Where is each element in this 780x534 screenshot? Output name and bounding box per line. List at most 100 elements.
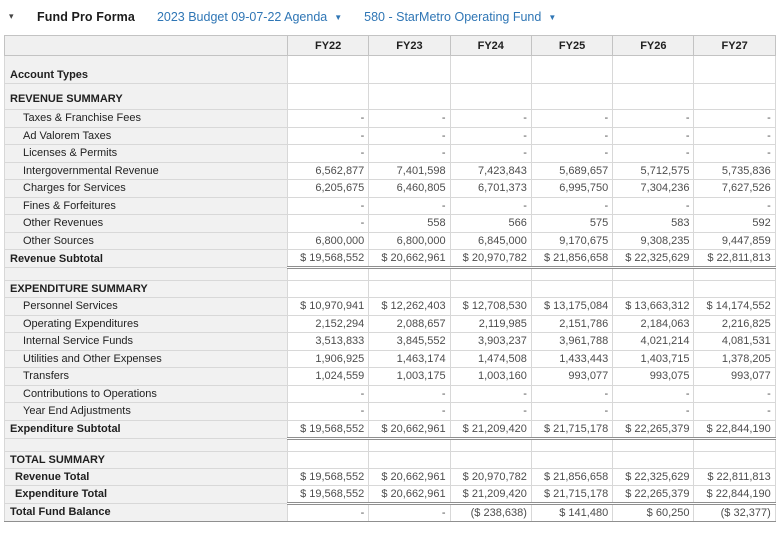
- value-cell: -: [449, 109, 532, 128]
- row-label-cell: EXPENDITURE SUMMARY: [4, 280, 288, 298]
- value-cell: -: [612, 109, 695, 128]
- column-header: FY23: [368, 35, 451, 56]
- table-row: Taxes & Franchise Fees - - - - - -: [4, 109, 776, 128]
- column-header: FY26: [612, 35, 695, 56]
- fund-pro-forma-table: FY22 FY23 FY24 FY25 FY26 FY27 Account Types RE…: [4, 35, 776, 522]
- value-cell: 2,216,825: [693, 314, 776, 333]
- value-cell: 2,152,294: [286, 314, 370, 333]
- value-cell: -: [693, 144, 776, 163]
- value-cell: [449, 83, 532, 110]
- value-cell: $ 20,662,961: [368, 419, 451, 440]
- value-cell: -: [368, 109, 451, 128]
- value-cell: $ 22,844,190: [693, 419, 776, 440]
- value-cell: 9,447,859: [693, 231, 776, 250]
- value-cell: -: [286, 126, 370, 145]
- value-cell: -: [449, 126, 532, 145]
- table-row: Charges for Services 6,205,675 6,460,805 6,…: [4, 179, 776, 198]
- corner-cell: [4, 35, 288, 56]
- row-label-cell: Transfers: [4, 367, 288, 386]
- value-cell: -: [368, 144, 451, 163]
- value-cell: 5,712,575: [612, 161, 695, 180]
- value-cell: 993,077: [693, 367, 776, 386]
- row-label-cell: Expenditure Subtotal: [4, 419, 288, 439]
- value-cell: $ 13,175,084: [530, 297, 614, 316]
- value-cell: $ 12,262,403: [368, 297, 451, 316]
- value-cell: [449, 437, 532, 452]
- value-cell: -: [368, 196, 451, 215]
- row-label-cell: Licenses & Permits: [4, 144, 288, 163]
- value-cell: [368, 437, 451, 452]
- value-cell: -: [693, 109, 776, 128]
- value-cell: 592: [693, 214, 776, 233]
- value-cell: 6,800,000: [286, 231, 370, 250]
- report-title: Fund Pro Forma: [37, 9, 135, 24]
- value-cell: -: [286, 402, 370, 421]
- collapse-caret-icon[interactable]: ▾: [9, 11, 27, 22]
- value-cell: 1,024,559: [286, 367, 370, 386]
- row-label-cell: Internal Service Funds: [4, 332, 288, 351]
- fund-dropdown[interactable]: 580 - StarMetro Operating Fund ▼: [364, 10, 556, 24]
- value-cell: [693, 280, 776, 298]
- budget-version-label: 2023 Budget 09-07-22 Agenda: [156, 9, 328, 24]
- value-cell: 1,378,205: [693, 349, 776, 368]
- value-cell: $ 19,568,552: [286, 467, 370, 486]
- value-cell: $ 21,715,178: [530, 485, 614, 505]
- value-cell: $ 21,209,420: [449, 485, 532, 505]
- value-cell: $ 21,209,420: [449, 419, 532, 440]
- table-row: Year End Adjustments - - - - - -: [4, 402, 776, 421]
- column-header: FY24: [449, 35, 532, 56]
- table-row: Account Types: [4, 55, 776, 84]
- value-cell: 7,627,526: [693, 179, 776, 198]
- value-cell: $ 20,662,961: [368, 467, 451, 486]
- value-cell: -: [530, 196, 614, 215]
- value-cell: [368, 83, 451, 110]
- table-row: EXPENDITURE SUMMARY: [4, 280, 776, 298]
- table-row: Transfers 1,024,559 1,003,175 1,003,160 993,…: [4, 367, 776, 386]
- value-cell: [286, 83, 370, 110]
- table-row: Revenue Total $ 19,568,552 $ 20,662,961 $ 2…: [4, 467, 776, 486]
- value-cell: 6,205,675: [286, 179, 370, 198]
- value-cell: $ 22,325,629: [612, 249, 695, 269]
- value-cell: -: [449, 384, 532, 403]
- chevron-down-icon: ▼: [334, 12, 343, 22]
- value-cell: $ 22,811,813: [693, 467, 776, 486]
- value-cell: 993,075: [612, 367, 695, 386]
- value-cell: [530, 267, 614, 281]
- value-cell: [693, 83, 776, 110]
- table-row: Other Sources 6,800,000 6,800,000 6,845,000…: [4, 231, 776, 250]
- value-cell: -: [286, 144, 370, 163]
- value-cell: 6,562,877: [286, 161, 370, 180]
- value-cell: -: [286, 196, 370, 215]
- value-cell: 1,003,175: [368, 367, 451, 386]
- table-row: Personnel Services $ 10,970,941 $ 12,262,4…: [4, 297, 776, 316]
- value-cell: -: [368, 126, 451, 145]
- table-row: [4, 437, 776, 452]
- value-cell: 1,003,160: [449, 367, 532, 386]
- row-label-cell: Contributions to Operations: [4, 384, 288, 403]
- budget-version-dropdown[interactable]: 2023 Budget 09-07-22 Agenda ▼: [157, 10, 342, 24]
- value-cell: 2,184,063: [612, 314, 695, 333]
- value-cell: [612, 55, 695, 84]
- value-cell: [693, 267, 776, 281]
- value-cell: 9,170,675: [530, 231, 614, 250]
- value-cell: $ 14,174,552: [693, 297, 776, 316]
- value-cell: $ 20,970,782: [449, 249, 532, 269]
- value-cell: -: [693, 126, 776, 145]
- value-cell: 3,513,833: [286, 332, 370, 351]
- value-cell: 3,961,788: [530, 332, 614, 351]
- table-row: Intergovernmental Revenue 6,562,877 7,401,…: [4, 161, 776, 180]
- table-row: Licenses & Permits - - - - - -: [4, 144, 776, 163]
- chevron-down-icon: ▼: [548, 12, 557, 22]
- value-cell: $ 141,480: [530, 502, 614, 522]
- table-row: Utilities and Other Expenses 1,906,925 1,4…: [4, 349, 776, 368]
- value-cell: 6,995,750: [530, 179, 614, 198]
- value-cell: 2,088,657: [368, 314, 451, 333]
- value-cell: $ 21,715,178: [530, 419, 614, 440]
- column-header-row: FY22 FY23 FY24 FY25 FY26 FY27: [4, 35, 776, 56]
- value-cell: -: [612, 384, 695, 403]
- row-label-cell: Charges for Services: [4, 179, 288, 198]
- value-cell: [449, 280, 532, 298]
- value-cell: [530, 83, 614, 110]
- value-cell: 6,701,373: [449, 179, 532, 198]
- value-cell: 566: [449, 214, 532, 233]
